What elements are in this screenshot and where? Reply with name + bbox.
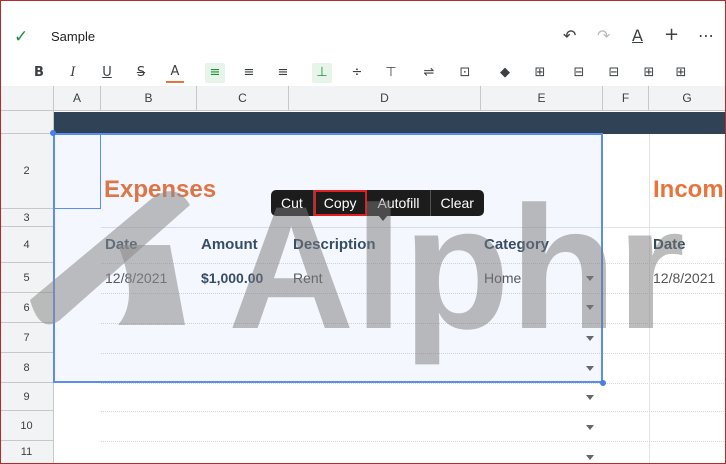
top-bar: ✓ Sample ↶ ↷ A + ⋯ [0,0,726,60]
column-header-c[interactable]: C [197,86,289,111]
column-header-b[interactable]: B [101,86,197,111]
menu-item-copy[interactable]: Copy [313,190,368,216]
cell-date-income[interactable]: 12/8/2021 [653,270,715,286]
menu-item-autofill[interactable]: Autofill [367,190,431,216]
align-center-icon[interactable]: ≡ [240,63,258,83]
text-format-icon[interactable]: A [632,26,643,45]
check-icon[interactable]: ✓ [14,27,28,47]
format-toolbar: B I U S A ≡ ≡ ≡ ⊥ ÷ ⊤ ⇌ ⊡ ◆ ⊞ ⊟ ⊟ ⊞ ⊞ [0,60,726,86]
align-left-icon[interactable]: ≡ [205,63,225,83]
redo-icon[interactable]: ↷ [597,26,610,45]
fill-color-icon[interactable]: ◆ [496,63,514,83]
merge-icon[interactable]: ⊡ [456,63,474,83]
align-right-icon[interactable]: ≡ [274,63,292,83]
add-icon[interactable]: + [664,24,679,45]
column-header-g[interactable]: G [649,86,726,111]
borders-icon[interactable]: ⊞ [531,63,549,83]
header-date-income[interactable]: Date [653,236,686,253]
undo-icon[interactable]: ↶ [563,26,576,45]
row-header-3[interactable]: 3 [0,209,54,227]
valign-top-icon[interactable]: ⊤ [382,63,400,83]
valign-middle-icon[interactable]: ÷ [348,63,366,83]
row-header-8[interactable]: 8 [0,353,54,383]
row-header-7[interactable]: 7 [0,323,54,353]
wrap-icon[interactable]: ⇌ [420,63,438,83]
income-title[interactable]: Incom [653,176,724,204]
gridline [649,134,650,464]
menu-item-cut[interactable]: Cut [271,190,314,216]
header-band [54,112,726,134]
row-header-4[interactable]: 4 [0,227,54,263]
select-all-corner[interactable] [0,86,54,111]
insert-col-left-icon[interactable]: ⊞ [640,63,658,83]
row-header-5[interactable]: 5 [0,263,54,293]
insert-row-above-icon[interactable]: ⊟ [570,63,588,83]
text-color-button[interactable]: A [166,63,184,83]
row-header-9[interactable]: 9 [0,383,54,411]
column-header-f[interactable]: F [603,86,649,111]
active-cell[interactable] [53,133,101,209]
bold-button[interactable]: B [30,63,48,83]
row-header-1[interactable] [0,111,54,134]
selection-handle-bottom-right[interactable] [600,380,606,386]
column-header-e[interactable]: E [481,86,603,111]
context-menu-pointer [378,215,388,221]
more-icon[interactable]: ⋯ [698,26,714,45]
column-header-d[interactable]: D [289,86,481,111]
row-header-6[interactable]: 6 [0,293,54,323]
column-header-a[interactable]: A [54,86,101,111]
chevron-down-icon[interactable] [586,425,594,430]
context-menu: Cut Copy Autofill Clear [271,190,484,216]
italic-button[interactable]: I [64,63,82,83]
menu-item-clear[interactable]: Clear [431,190,484,216]
row-header-10[interactable]: 10 [0,411,54,441]
insert-row-below-icon[interactable]: ⊟ [605,63,623,83]
gridline [101,441,726,442]
strikethrough-button[interactable]: S [132,63,150,83]
gridline [101,411,726,412]
gridline [101,383,726,384]
insert-col-right-icon[interactable]: ⊞ [672,63,690,83]
selection-range[interactable] [53,133,603,383]
chevron-down-icon[interactable] [586,395,594,400]
row-header-2[interactable]: 2 [0,134,54,209]
valign-bottom-icon[interactable]: ⊥ [312,63,332,83]
chevron-down-icon[interactable] [586,455,594,460]
selection-handle-top-left[interactable] [50,130,56,136]
document-title[interactable]: Sample [51,29,95,44]
row-header-11[interactable]: 11 [0,441,54,464]
underline-button[interactable]: U [98,63,116,83]
